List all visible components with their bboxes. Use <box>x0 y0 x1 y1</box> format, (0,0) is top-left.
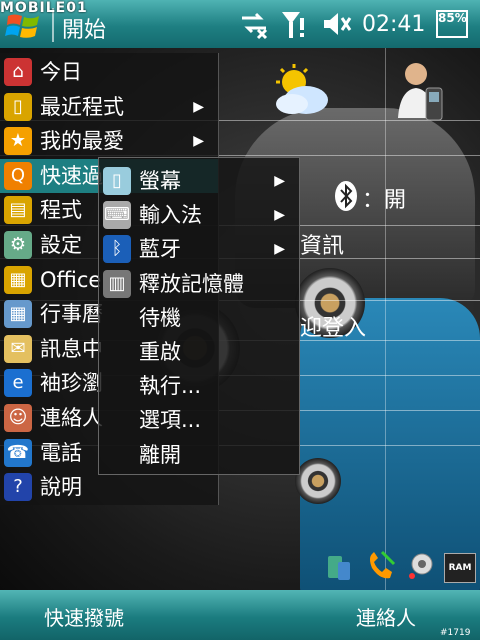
connection-manager-icon[interactable] <box>324 550 356 582</box>
task-manager-icon[interactable] <box>404 550 436 582</box>
clock[interactable]: 02:41 <box>362 12 425 37</box>
battery-indicator[interactable]: 85% <box>436 10 468 38</box>
menu-item-5[interactable]: 重啟 <box>99 335 299 369</box>
menu-item-label: 我的最愛 <box>40 129 124 154</box>
ie-icon: e <box>4 369 32 398</box>
left-softkey[interactable]: 快速撥號 <box>44 602 124 631</box>
quick-submenu: ▯ 螢幕 ▶ ⌨ 輸入法 ▶ ᛒ 藍牙 ▶ ▥ 釋放記憶體待機重啟執行... 選項... 離開 <box>98 157 300 475</box>
signal-icon[interactable] <box>278 8 310 40</box>
menu-item-label: 說明 <box>40 475 82 500</box>
menu-item-label: 釋放記憶體 <box>139 271 244 296</box>
right-softkey[interactable]: 連絡人 <box>356 602 416 631</box>
menu-item-12[interactable]: ? 說明 <box>0 470 218 504</box>
menu-item-label: 執行... <box>139 374 202 399</box>
chevron-right-icon: ▶ <box>274 241 285 258</box>
footer-number: #1719 <box>440 628 471 638</box>
info-label[interactable]: 資訊 <box>300 228 344 260</box>
menu-item-label: 訊息中 <box>40 336 103 361</box>
menu-item-label: 程式 <box>40 198 82 223</box>
folder-icon: ▯ <box>4 92 32 121</box>
programs-icon: ▤ <box>4 196 32 225</box>
weather-icon[interactable] <box>268 62 332 118</box>
keyboard-icon: ⌨ <box>103 201 131 230</box>
quick-icon: Q <box>4 161 32 190</box>
menu-item-label: 最近程式 <box>40 94 124 119</box>
ram-tray-icon[interactable]: RAM <box>444 553 476 583</box>
menu-item-label: 電話 <box>40 440 82 465</box>
menu-item-label: 設定 <box>40 233 82 257</box>
contacts-icon: ☺ <box>4 404 32 432</box>
menu-item-0[interactable]: ⌂ 今日 <box>0 55 218 89</box>
menu-item-6[interactable]: 執行... <box>99 369 299 403</box>
menu-item-1[interactable]: ▯ 最近程式 ▶ <box>0 90 218 124</box>
menu-item-2[interactable]: ᛒ 藍牙 ▶ <box>99 232 299 266</box>
menu-item-3[interactable]: ▥ 釋放記憶體 <box>99 267 299 301</box>
chevron-right-icon: ▶ <box>274 207 285 224</box>
volume-icon[interactable] <box>320 8 352 40</box>
foglamp-image <box>295 458 341 504</box>
bluetooth-status-icon <box>334 180 358 212</box>
bluetooth-status-text: ：開 <box>362 188 407 213</box>
star-icon: ★ <box>4 127 32 156</box>
grid-line <box>385 48 386 590</box>
help-icon: ? <box>4 473 32 502</box>
page-title: 開始 <box>62 18 107 43</box>
memory-icon: ▥ <box>103 269 131 298</box>
settings-icon: ⚙ <box>4 231 32 259</box>
bluetooth-icon: ᛒ <box>103 235 131 264</box>
menu-item-8[interactable]: 離開 <box>99 438 299 472</box>
menu-item-label: 快速過 <box>40 163 103 188</box>
screen-icon: ▯ <box>103 167 131 195</box>
menu-item-label: 選項... <box>139 408 202 433</box>
office-icon: ▦ <box>4 265 32 294</box>
menu-item-1[interactable]: ⌨ 輸入法 ▶ <box>99 198 299 232</box>
chevron-right-icon: ▶ <box>274 173 285 189</box>
menu-item-label: 離開 <box>139 442 181 467</box>
menu-item-label: 袖珍瀏 <box>40 371 103 396</box>
contact-icon[interactable] <box>392 58 448 122</box>
menu-item-label: 螢幕 <box>139 169 181 193</box>
calendar-icon: ▦ <box>4 300 32 329</box>
softkey-bar: 快速撥號 連絡人 <box>0 590 480 640</box>
menu-item-7[interactable]: 選項... <box>99 403 299 437</box>
welcome-label[interactable]: 迎登入 <box>300 310 366 342</box>
chevron-right-icon: ▶ <box>193 98 204 115</box>
chevron-right-icon: ▶ <box>193 133 204 150</box>
menu-item-label: 待機 <box>139 305 181 330</box>
menu-item-2[interactable]: ★ 我的最愛 ▶ <box>0 124 218 158</box>
watermark-logo: MOBILE01 <box>0 0 88 16</box>
menu-item-label: 重啟 <box>139 340 181 364</box>
menu-item-4[interactable]: 待機 <box>99 301 299 335</box>
menu-item-label: 行事曆 <box>40 302 103 327</box>
phone-tray-icon[interactable] <box>364 550 396 582</box>
menu-item-label: 輸入法 <box>139 203 202 228</box>
sync-icon[interactable] <box>238 8 270 40</box>
message-icon: ✉ <box>4 334 32 363</box>
home-icon: ⌂ <box>4 58 32 86</box>
phone-icon: ☎ <box>4 438 32 467</box>
menu-item-label: 今日 <box>40 60 82 84</box>
menu-item-0[interactable]: ▯ 螢幕 ▶ <box>99 164 299 198</box>
menu-item-label: 藍牙 <box>139 237 181 262</box>
menu-item-label: Office <box>40 267 102 292</box>
menu-item-label: 連絡人 <box>40 406 103 430</box>
